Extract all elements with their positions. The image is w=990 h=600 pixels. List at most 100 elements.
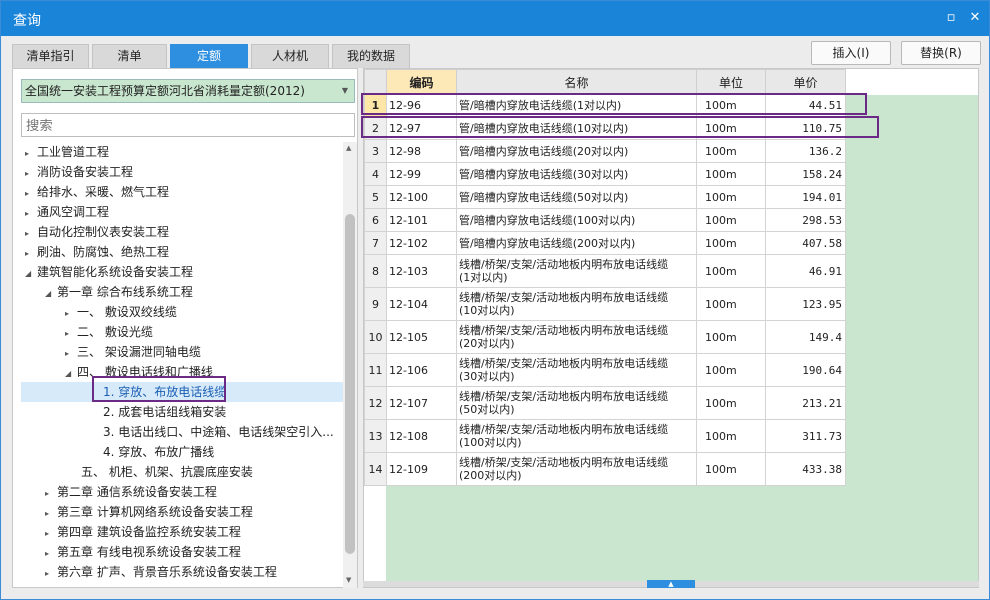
tree-node[interactable]: ▸ 自动化控制仪表安装工程 xyxy=(25,222,169,242)
row-number[interactable]: 6 xyxy=(364,208,387,232)
tree-node[interactable]: ▸ 第二章 通信系统设备安装工程 xyxy=(45,482,217,502)
row-number[interactable]: 13 xyxy=(364,419,387,453)
cell-price[interactable]: 407.58 xyxy=(765,231,846,255)
cell-unit[interactable]: 100m xyxy=(696,139,766,163)
cell-price[interactable]: 213.21 xyxy=(765,386,846,420)
table-row[interactable]: 12 12-107 线槽/桥架/支架/活动地板内明布放电话线缆 (50对以内) 100m… xyxy=(364,386,846,420)
close-icon[interactable]: ✕ xyxy=(967,10,983,26)
tree-node[interactable]: ▸ 二、 敷设光缆 xyxy=(65,322,153,342)
cell-unit[interactable]: 100m xyxy=(696,287,766,321)
row-number[interactable]: 8 xyxy=(364,254,387,288)
row-number[interactable]: 4 xyxy=(364,162,387,186)
tree-node[interactable]: ▸ 第四章 建筑设备监控系统安装工程 xyxy=(45,522,241,542)
collapse-arrow-icon[interactable]: ▸ xyxy=(45,504,57,524)
table-row[interactable]: 7 12-102 管/暗槽内穿放电话线缆(200对以内) 100m 407.58 xyxy=(364,231,846,255)
column-header-price[interactable]: 单价 xyxy=(765,69,846,95)
tree-node[interactable]: ▸ 刷油、防腐蚀、绝热工程 xyxy=(25,242,169,262)
search-input[interactable] xyxy=(21,113,355,137)
cell-code[interactable]: 12-104 xyxy=(386,287,457,321)
row-number[interactable]: 3 xyxy=(364,139,387,163)
collapse-arrow-icon[interactable]: ▸ xyxy=(45,544,57,564)
cell-name[interactable]: 管/暗槽内穿放电话线缆(20对以内) xyxy=(456,139,697,163)
cell-code[interactable]: 12-100 xyxy=(386,185,457,209)
tab-bill-guide[interactable]: 清单指引 xyxy=(12,44,89,68)
cell-unit[interactable]: 100m xyxy=(696,208,766,232)
tree-node[interactable]: ▸ 给排水、采暖、燃气工程 xyxy=(25,182,169,202)
cell-name[interactable]: 管/暗槽内穿放电话线缆(100对以内) xyxy=(456,208,697,232)
tree-node[interactable]: 2. 成套电话组线箱安装 xyxy=(91,402,226,422)
expand-arrow-icon[interactable]: ◢ xyxy=(65,364,77,384)
cell-unit[interactable]: 100m xyxy=(696,452,766,486)
cell-name[interactable]: 管/暗槽内穿放电话线缆(50对以内) xyxy=(456,185,697,209)
cell-name[interactable]: 线槽/桥架/支架/活动地板内明布放电话线缆 (50对以内) xyxy=(456,386,697,420)
row-number[interactable]: 9 xyxy=(364,287,387,321)
splitter-grip-icon[interactable]: ▲ xyxy=(647,580,695,588)
cell-unit[interactable]: 100m xyxy=(696,231,766,255)
cell-price[interactable]: 298.53 xyxy=(765,208,846,232)
row-number[interactable]: 11 xyxy=(364,353,387,387)
collapse-arrow-icon[interactable]: ▸ xyxy=(65,324,77,344)
cell-code[interactable]: 12-105 xyxy=(386,320,457,354)
collapse-arrow-icon[interactable]: ▸ xyxy=(25,204,37,224)
cell-name[interactable]: 线槽/桥架/支架/活动地板内明布放电话线缆 (1对以内) xyxy=(456,254,697,288)
cell-code[interactable]: 12-101 xyxy=(386,208,457,232)
tab-labor-material[interactable]: 人材机 xyxy=(251,44,329,68)
cell-price[interactable]: 190.64 xyxy=(765,353,846,387)
tree-node[interactable]: ◢ 建筑智能化系统设备安装工程 xyxy=(25,262,193,282)
cell-unit[interactable]: 100m xyxy=(696,419,766,453)
tree-node[interactable]: 4. 穿放、布放广播线 xyxy=(91,442,214,462)
column-header-unit[interactable]: 单位 xyxy=(696,69,766,95)
cell-code[interactable]: 12-99 xyxy=(386,162,457,186)
table-row[interactable]: 8 12-103 线槽/桥架/支架/活动地板内明布放电话线缆 (1对以内) 100m 46… xyxy=(364,254,846,288)
cell-price[interactable]: 136.2 xyxy=(765,139,846,163)
row-number[interactable]: 7 xyxy=(364,231,387,255)
table-row[interactable]: 4 12-99 管/暗槽内穿放电话线缆(30对以内) 100m 158.24 xyxy=(364,162,846,186)
cell-name[interactable]: 线槽/桥架/支架/活动地板内明布放电话线缆 (100对以内) xyxy=(456,419,697,453)
cell-code[interactable]: 12-98 xyxy=(386,139,457,163)
cell-code[interactable]: 12-107 xyxy=(386,386,457,420)
cell-price[interactable]: 123.95 xyxy=(765,287,846,321)
table-row[interactable]: 3 12-98 管/暗槽内穿放电话线缆(20对以内) 100m 136.2 xyxy=(364,139,846,163)
collapse-arrow-icon[interactable]: ▸ xyxy=(25,164,37,184)
chevron-down-icon[interactable]: ▼ xyxy=(342,80,348,102)
cell-unit[interactable]: 100m xyxy=(696,162,766,186)
table-row[interactable]: 14 12-109 线槽/桥架/支架/活动地板内明布放电话线缆 (200对以内) 100… xyxy=(364,452,846,486)
cell-unit[interactable]: 100m xyxy=(696,185,766,209)
cell-code[interactable]: 12-103 xyxy=(386,254,457,288)
tree-node[interactable]: ▸ 一、 敷设双绞线缆 xyxy=(65,302,177,322)
collapse-arrow-icon[interactable]: ▸ xyxy=(45,484,57,504)
collapse-arrow-icon[interactable]: ▸ xyxy=(65,304,77,324)
cell-name[interactable]: 线槽/桥架/支架/活动地板内明布放电话线缆 (20对以内) xyxy=(456,320,697,354)
cell-unit[interactable]: 100m xyxy=(696,353,766,387)
column-header-code[interactable]: 编码 xyxy=(386,69,457,95)
cell-price[interactable]: 311.73 xyxy=(765,419,846,453)
row-number[interactable]: 12 xyxy=(364,386,387,420)
tree-node[interactable]: 3. 电话出线口、中途箱、电话线架空引入... xyxy=(91,422,334,442)
cell-price[interactable]: 158.24 xyxy=(765,162,846,186)
collapse-arrow-icon[interactable]: ▸ xyxy=(25,224,37,244)
expand-arrow-icon[interactable]: ◢ xyxy=(45,284,57,304)
cell-name[interactable]: 管/暗槽内穿放电话线缆(30对以内) xyxy=(456,162,697,186)
table-row[interactable]: 11 12-106 线槽/桥架/支架/活动地板内明布放电话线缆 (30对以内) 100m… xyxy=(364,353,846,387)
maximize-icon[interactable]: ▫ xyxy=(943,10,959,26)
collapse-arrow-icon[interactable]: ▸ xyxy=(45,524,57,544)
table-row[interactable]: 10 12-105 线槽/桥架/支架/活动地板内明布放电话线缆 (20对以内) 100m… xyxy=(364,320,846,354)
cell-name[interactable]: 线槽/桥架/支架/活动地板内明布放电话线缆 (200对以内) xyxy=(456,452,697,486)
replace-button[interactable]: 替换(R) xyxy=(901,41,981,65)
tree-node[interactable]: ▸ 消防设备安装工程 xyxy=(25,162,133,182)
collapse-arrow-icon[interactable]: ▸ xyxy=(45,564,57,584)
cell-code[interactable]: 12-109 xyxy=(386,452,457,486)
tree-node[interactable]: ▸ 工业管道工程 xyxy=(25,142,109,162)
cell-name[interactable]: 线槽/桥架/支架/活动地板内明布放电话线缆 (10对以内) xyxy=(456,287,697,321)
row-number[interactable]: 14 xyxy=(364,452,387,486)
tree-node[interactable]: 五、 机柜、机架、抗震底座安装 xyxy=(69,462,253,482)
scroll-up-icon[interactable]: ▲ xyxy=(346,144,351,152)
tree-node[interactable]: ▸ 第三章 计算机网络系统设备安装工程 xyxy=(45,502,253,522)
collapse-arrow-icon[interactable]: ▸ xyxy=(25,184,37,204)
cell-price[interactable]: 149.4 xyxy=(765,320,846,354)
tree-node[interactable]: ▸ 第六章 扩声、背景音乐系统设备安装工程 xyxy=(45,562,277,582)
table-row[interactable]: 13 12-108 线槽/桥架/支架/活动地板内明布放电话线缆 (100对以内) 100… xyxy=(364,419,846,453)
collapse-arrow-icon[interactable]: ▸ xyxy=(25,144,37,164)
cell-code[interactable]: 12-108 xyxy=(386,419,457,453)
cell-unit[interactable]: 100m xyxy=(696,320,766,354)
